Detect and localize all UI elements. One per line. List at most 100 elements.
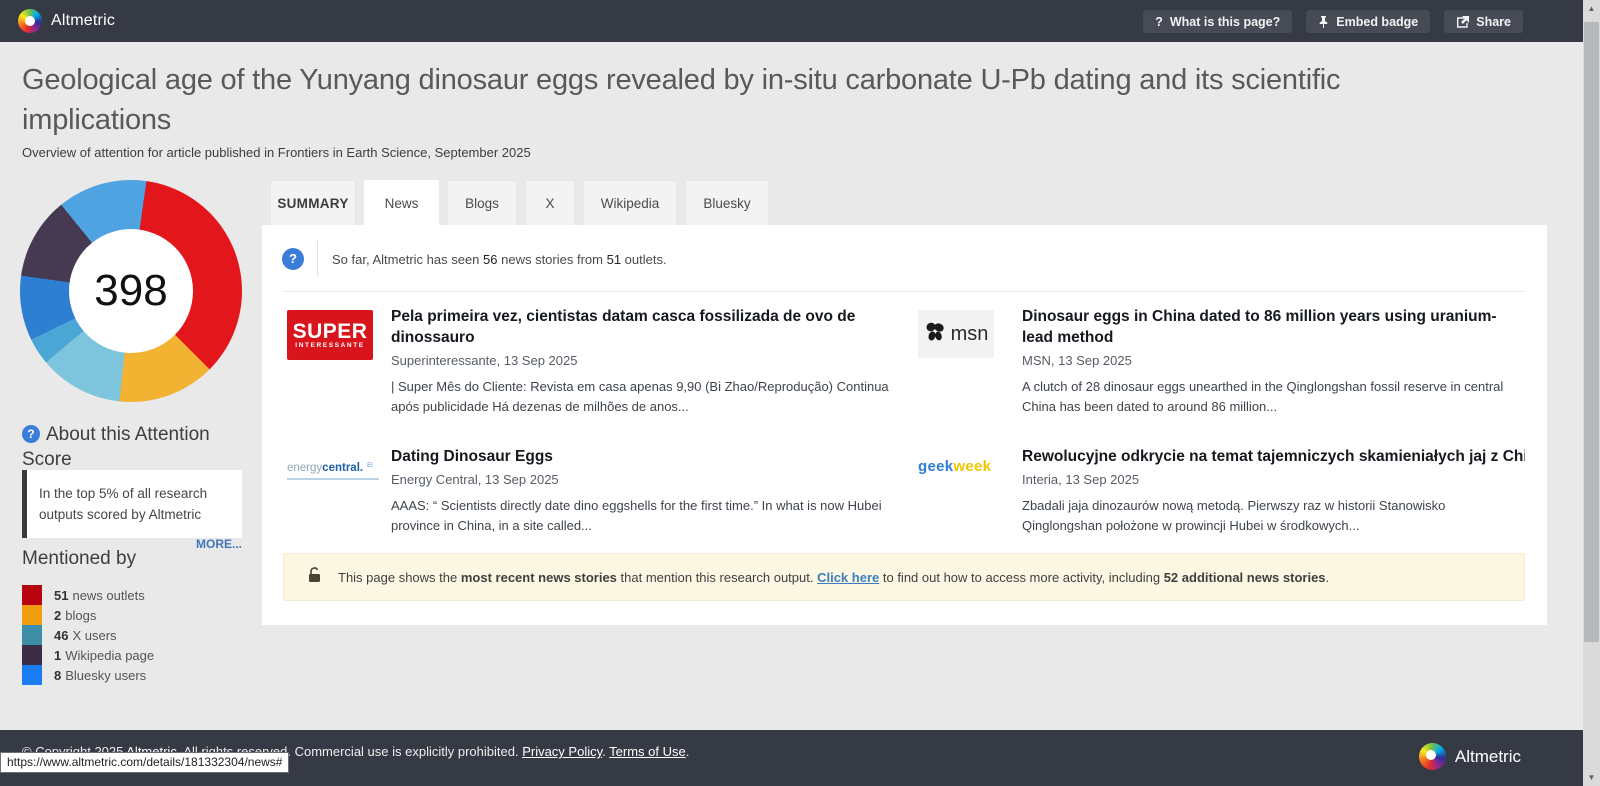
page-subtitle: Overview of attention for article publis… — [22, 145, 531, 160]
share-icon — [1456, 16, 1469, 28]
scroll-down-arrow[interactable]: ▼ — [1583, 769, 1600, 786]
click-here-link[interactable]: Click here — [817, 570, 879, 585]
mention-row-x[interactable]: 46 X users — [22, 625, 154, 645]
wikipedia-color-swatch — [22, 645, 42, 665]
vertical-divider — [317, 241, 318, 277]
altmetric-logo-icon[interactable] — [18, 9, 42, 33]
story-excerpt: Zbadali jaja dinozaurów nową metodą. Pie… — [1022, 496, 1525, 536]
story-body: Pela primeira vez, cientistas datam casc… — [391, 306, 892, 417]
question-icon: ? — [1155, 15, 1163, 29]
geekweek-logo[interactable]: geekweek — [918, 450, 1002, 475]
story-source: MSN, 13 Sep 2025 — [1022, 353, 1525, 368]
story-title-link[interactable]: Dinosaur eggs in China dated to 86 milli… — [1022, 306, 1525, 348]
logo-text: energy — [287, 462, 322, 474]
tab-summary[interactable]: SUMMARY — [270, 180, 356, 225]
story-title-link[interactable]: Dating Dinosaur Eggs — [391, 446, 892, 467]
notice-bold: 52 additional news stories — [1164, 570, 1326, 585]
more-activity-notice: This page shows the most recent news sto… — [283, 553, 1525, 601]
brand-name[interactable]: Altmetric — [51, 12, 115, 30]
news-story: msn Dinosaur eggs in China dated to 86 m… — [918, 306, 1525, 417]
mention-count: 46 — [54, 628, 68, 643]
terms-of-use-link[interactable]: Terms of Use — [609, 744, 686, 759]
about-score-heading: ?About this Attention Score — [22, 422, 237, 472]
story-title-link[interactable]: Pela primeira vez, cientistas datam casc… — [391, 306, 892, 348]
logo-text: msn — [951, 323, 989, 346]
story-source: Superinteressante, 13 Sep 2025 — [391, 353, 892, 368]
tab-wikipedia[interactable]: Wikipedia — [583, 180, 677, 225]
logo-text: week — [953, 458, 991, 475]
mention-label: news outlets — [72, 588, 144, 603]
logo-text: SUPER — [293, 322, 368, 342]
mentioned-by-list: 51 news outlets 2 blogs 46 X users 1 Wik… — [22, 585, 154, 685]
mention-count: 1 — [54, 648, 61, 663]
tab-blogs[interactable]: Blogs — [447, 180, 517, 225]
scroll-up-arrow[interactable]: ▲ — [1583, 0, 1600, 17]
news-panel: ? So far, Altmetric has seen 56 news sto… — [262, 225, 1547, 625]
altmetric-details-page: Altmetric ? What is this page? Embed bad… — [0, 0, 1600, 786]
msn-butterfly-icon — [924, 321, 946, 348]
logo-text: central. — [322, 462, 363, 474]
notice-part: that mention this research output. — [617, 570, 817, 585]
notice-part: to find out how to access more activity,… — [879, 570, 1163, 585]
logo-text: INTERESSANTE — [295, 342, 364, 349]
story-excerpt: | Super Mês do Cliente: Revista em casa … — [391, 377, 892, 417]
bluesky-color-swatch — [22, 665, 42, 685]
story-source: Interia, 13 Sep 2025 — [1022, 472, 1525, 487]
mentioned-by-heading: Mentioned by — [22, 548, 136, 570]
summary-prefix: So far, Altmetric has seen — [332, 252, 483, 267]
superinteressante-logo[interactable]: SUPER INTERESSANTE — [287, 310, 373, 360]
tab-news[interactable]: News — [364, 180, 439, 225]
page-title: Geological age of the Yunyang dinosaur e… — [22, 60, 1482, 140]
altmetric-logo-icon — [1419, 743, 1446, 770]
mention-count: 51 — [54, 588, 68, 603]
tab-x[interactable]: X — [525, 180, 575, 225]
what-is-this-page-label: What is this page? — [1170, 15, 1280, 29]
mention-label: Wikipedia page — [65, 648, 154, 663]
summary-middle: news stories from — [498, 252, 607, 267]
tab-bluesky[interactable]: Bluesky — [685, 180, 769, 225]
embed-badge-label: Embed badge — [1336, 15, 1418, 29]
news-summary-text: So far, Altmetric has seen 56 news stori… — [332, 252, 667, 267]
what-is-this-page-button[interactable]: ? What is this page? — [1143, 10, 1292, 33]
story-body: Dinosaur eggs in China dated to 86 milli… — [1022, 306, 1525, 417]
mention-row-bluesky[interactable]: 8 Bluesky users — [22, 665, 154, 685]
news-story: SUPER INTERESSANTE Pela primeira vez, ci… — [287, 306, 892, 417]
news-story: energycentral.EI Dating Dinosaur Eggs En… — [287, 446, 892, 536]
mention-label: Bluesky users — [65, 668, 146, 683]
pushpin-icon — [1318, 16, 1329, 28]
footer-brand-name: Altmetric — [1455, 747, 1521, 767]
share-button[interactable]: Share — [1444, 10, 1523, 33]
privacy-policy-link[interactable]: Privacy Policy — [522, 744, 602, 759]
mention-label: blogs — [65, 608, 96, 623]
msn-logo[interactable]: msn — [918, 310, 994, 358]
energy-central-logo[interactable]: energycentral.EI — [287, 450, 379, 480]
horizontal-divider — [283, 291, 1525, 292]
news-summary-row: ? So far, Altmetric has seen 56 news sto… — [282, 241, 667, 277]
story-source: Energy Central, 13 Sep 2025 — [391, 472, 892, 487]
attention-score-value: 398 — [94, 266, 167, 316]
scrollbar-thumb[interactable] — [1584, 22, 1599, 642]
help-icon[interactable]: ? — [22, 425, 40, 443]
mention-label: X users — [72, 628, 116, 643]
tab-bar: SUMMARY News Blogs X Wikipedia Bluesky — [270, 180, 769, 225]
notice-part: . — [1326, 570, 1330, 585]
about-score-title: About this Attention Score — [22, 424, 210, 470]
story-excerpt: AAAS: “ Scientists directly date dino eg… — [391, 496, 892, 536]
attention-score-donut: 398 — [20, 180, 242, 402]
summary-suffix: outlets. — [621, 252, 667, 267]
footer-logo[interactable]: Altmetric — [1419, 743, 1521, 770]
notice-bold: most recent news stories — [461, 570, 617, 585]
story-excerpt: A clutch of 28 dinosaur eggs unearthed i… — [1022, 377, 1525, 417]
mention-count: 2 — [54, 608, 61, 623]
mention-row-news[interactable]: 51 news outlets — [22, 585, 154, 605]
mention-row-blogs[interactable]: 2 blogs — [22, 605, 154, 625]
embed-badge-button[interactable]: Embed badge — [1306, 10, 1430, 33]
mention-count: 8 — [54, 668, 61, 683]
info-question-icon[interactable]: ? — [282, 248, 304, 270]
story-title-link[interactable]: Rewolucyjne odkrycie na temat tajemniczy… — [1022, 446, 1525, 467]
status-bar-url: https://www.altmetric.com/details/181332… — [0, 752, 289, 773]
blogs-color-swatch — [22, 605, 42, 625]
page-scrollbar[interactable]: ▲ ▼ — [1583, 0, 1600, 786]
mention-row-wikipedia[interactable]: 1 Wikipedia page — [22, 645, 154, 665]
news-story: geekweek Rewolucyjne odkrycie na temat t… — [918, 446, 1525, 536]
